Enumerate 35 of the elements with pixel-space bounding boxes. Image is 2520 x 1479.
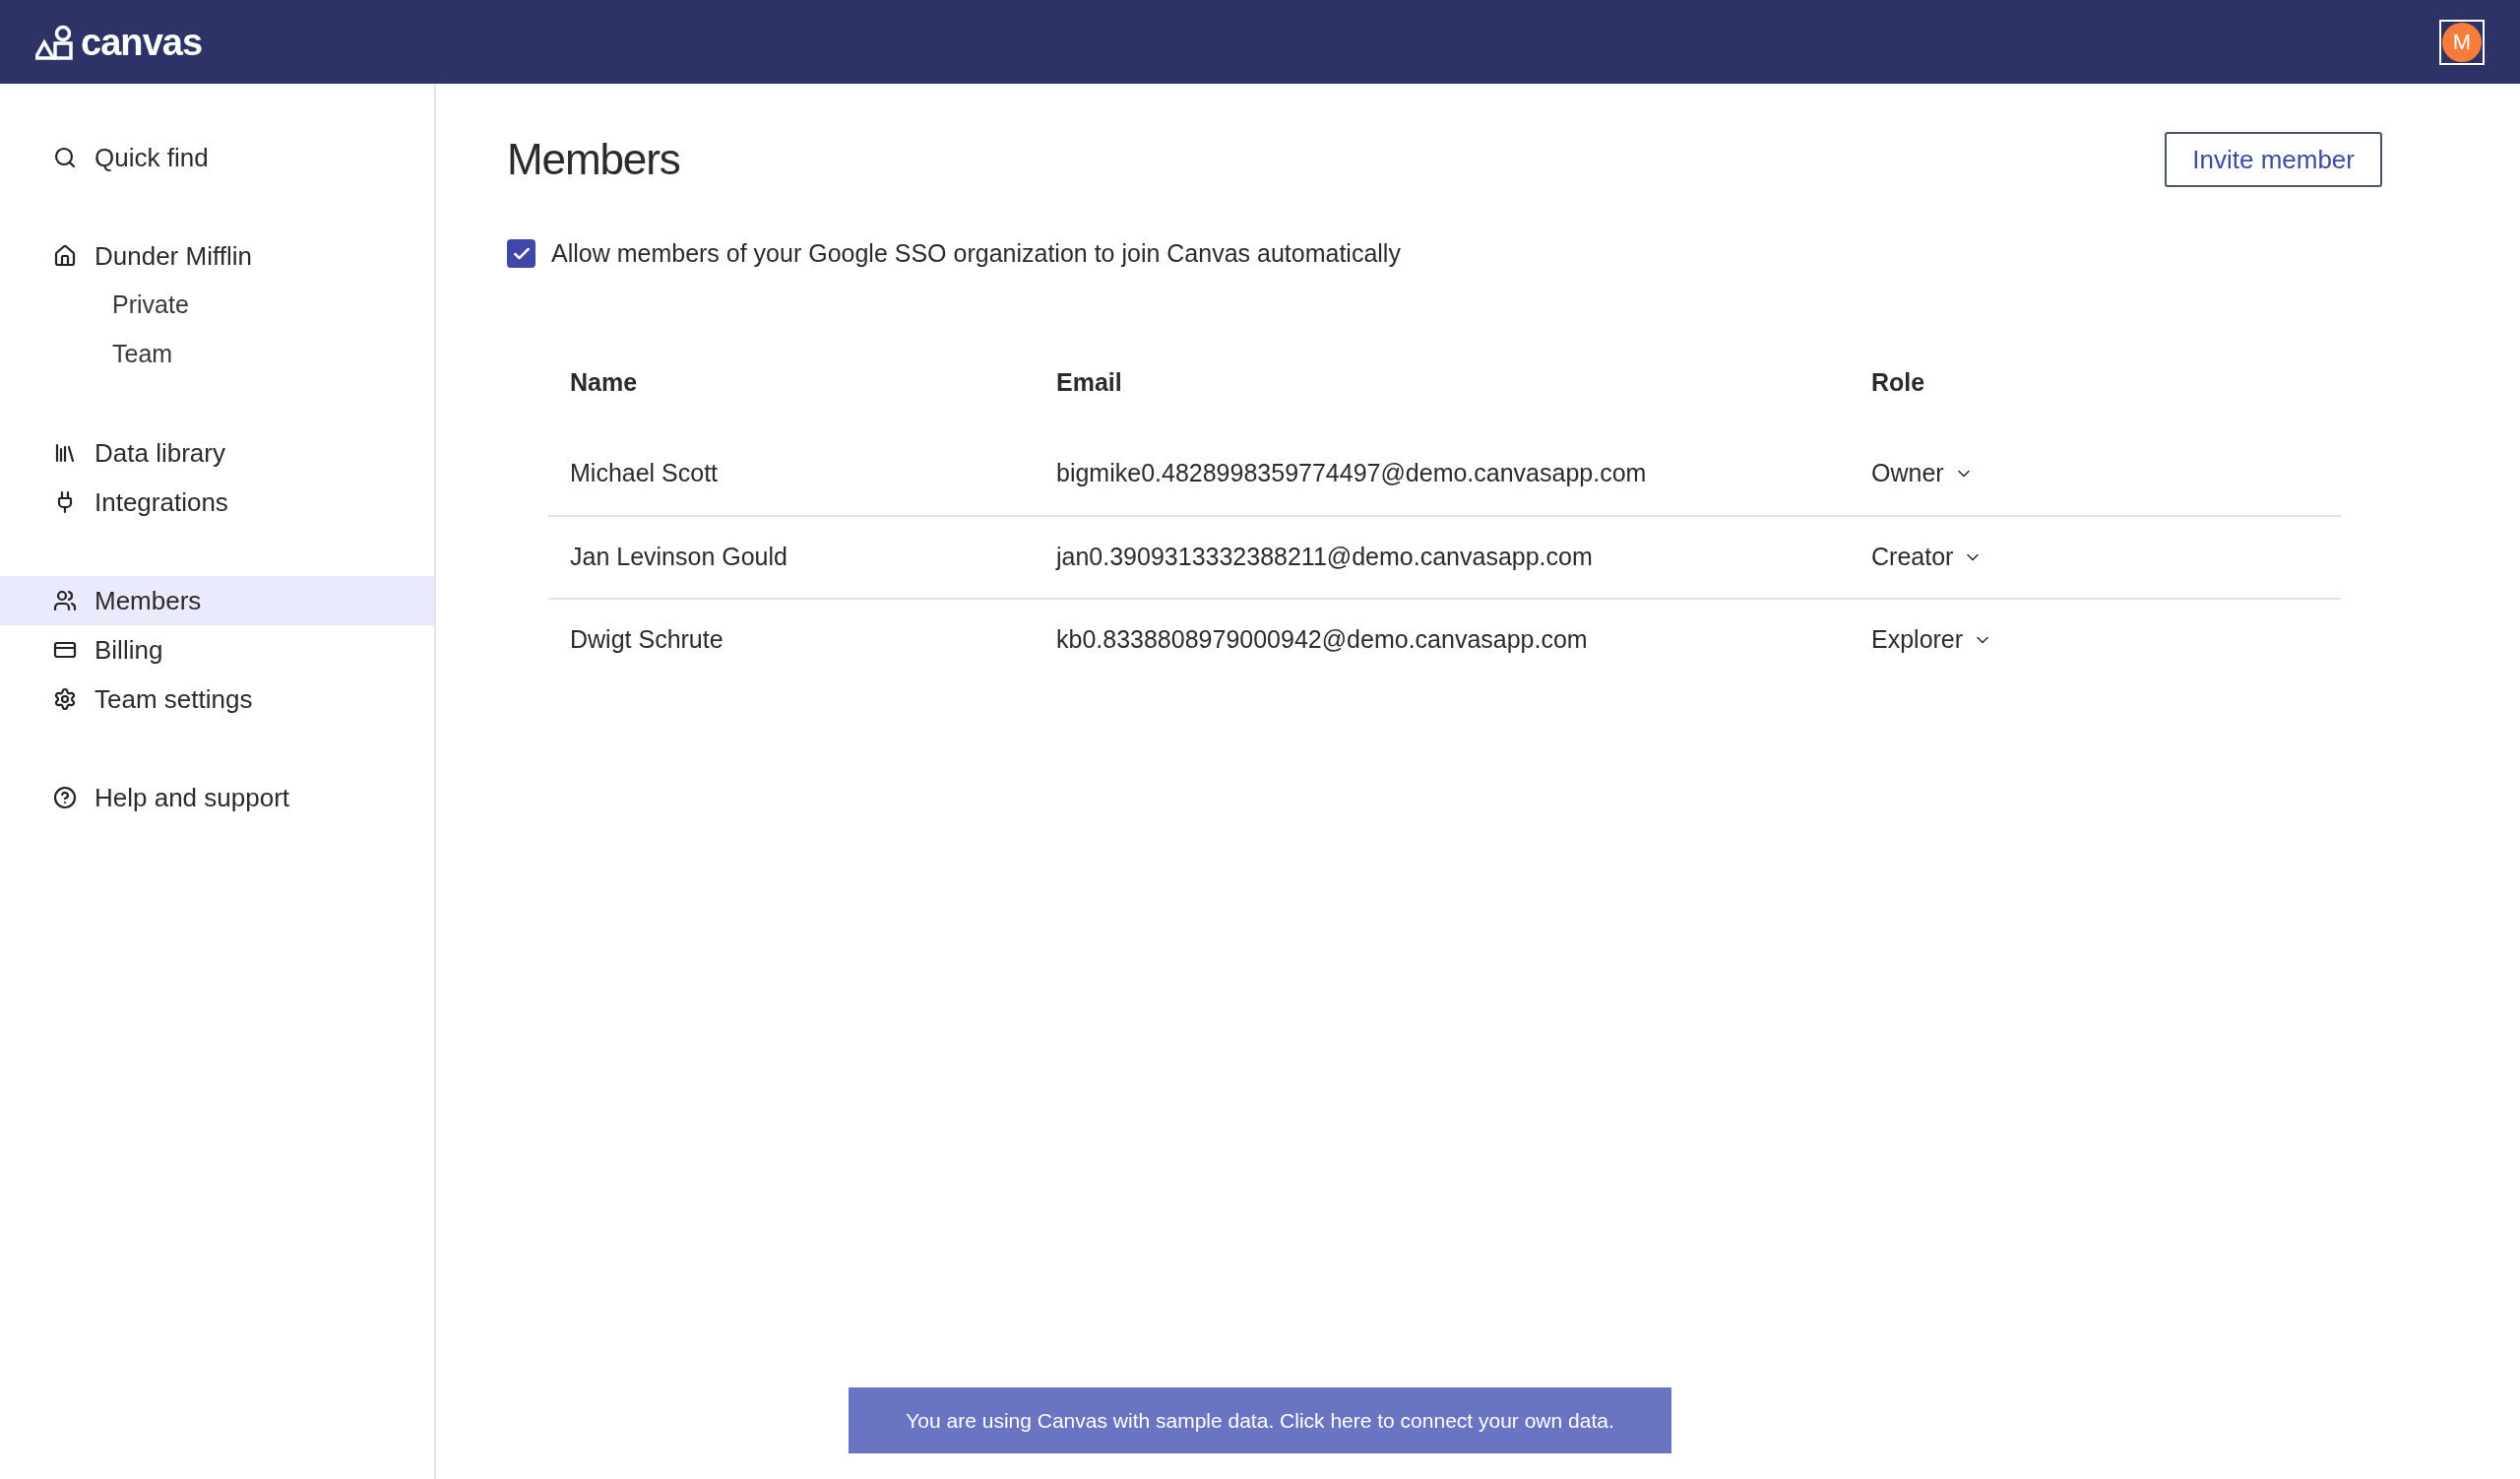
column-header: Email bbox=[1056, 366, 1123, 398]
column-header: Name bbox=[570, 366, 639, 398]
table-cell-text: bigmike0.4828998359774497@demo.canvasapp.com bbox=[1056, 457, 1648, 488]
column-header: Role bbox=[1871, 366, 1926, 398]
search-icon bbox=[53, 146, 77, 169]
table-cell-text: Dwigt Schrute bbox=[570, 623, 724, 655]
sso-checkbox[interactable] bbox=[507, 239, 536, 269]
sidebar-item[interactable]: Integrations bbox=[0, 478, 434, 527]
sidebar-item[interactable]: Team settings bbox=[0, 675, 434, 724]
logo-icon bbox=[35, 24, 73, 60]
sidebar-item[interactable]: Dunder Mifflin bbox=[0, 231, 434, 281]
sidebar-item[interactable]: Quick find bbox=[0, 133, 434, 182]
sidebar-item[interactable]: Billing bbox=[0, 625, 434, 675]
sidebar-item[interactable]: Data library bbox=[0, 428, 434, 478]
role-dropdown[interactable]: Explorer bbox=[1871, 620, 1993, 659]
table-cell-text: jan0.3909313332388211@demo.canvasapp.com bbox=[1056, 541, 1594, 572]
house-icon bbox=[53, 244, 77, 268]
table-cell-text: Jan Levinson Gould bbox=[570, 541, 788, 572]
people-icon bbox=[53, 589, 77, 612]
logo-text: canvas bbox=[81, 23, 203, 61]
table-cell-text: kb0.8338808979000942@demo.canvasapp.com bbox=[1056, 623, 1589, 655]
page-title: Members bbox=[507, 134, 680, 185]
sidebar-item[interactable]: Help and support bbox=[0, 773, 434, 822]
sample-data-banner[interactable]: You are using Canvas with sample data. Click here to connect your own data. bbox=[849, 1387, 1671, 1453]
sso-option-label: Allow members of your Google SSO organization to join Canvas automatically bbox=[551, 238, 1401, 269]
invite-member-button[interactable]: Invite member bbox=[2165, 132, 2382, 187]
question-icon bbox=[53, 786, 77, 809]
role-dropdown[interactable]: Owner bbox=[1871, 454, 1974, 492]
role-dropdown[interactable]: Creator bbox=[1871, 538, 1984, 576]
sidebar-subitem[interactable]: Private bbox=[0, 281, 434, 330]
books-icon bbox=[53, 441, 77, 465]
gear-icon bbox=[53, 687, 77, 711]
sidebar-subitem[interactable]: Team bbox=[0, 330, 434, 379]
table-cell-text: Michael Scott bbox=[570, 457, 720, 488]
sidebar-item[interactable]: Members bbox=[0, 576, 434, 625]
